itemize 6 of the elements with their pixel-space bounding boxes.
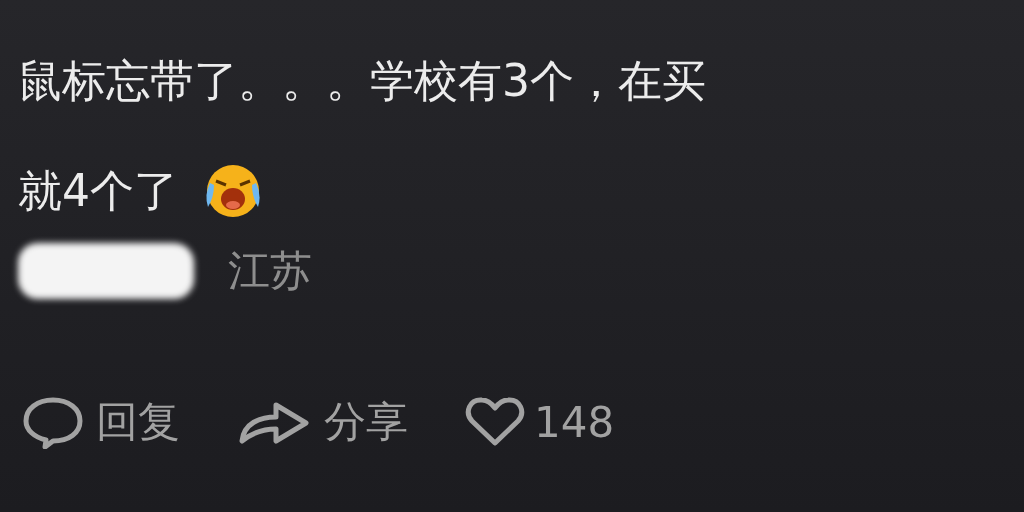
location-text: 江苏 bbox=[228, 245, 312, 297]
comment-text: 鼠标忘带了。。。学校有3个，在买 bbox=[18, 54, 706, 108]
share-button[interactable]: 分享 bbox=[236, 394, 408, 450]
comment-text: 就4个了 bbox=[18, 164, 178, 218]
reply-button[interactable]: 回复 bbox=[18, 394, 180, 450]
like-button[interactable]: 148 bbox=[464, 395, 615, 449]
